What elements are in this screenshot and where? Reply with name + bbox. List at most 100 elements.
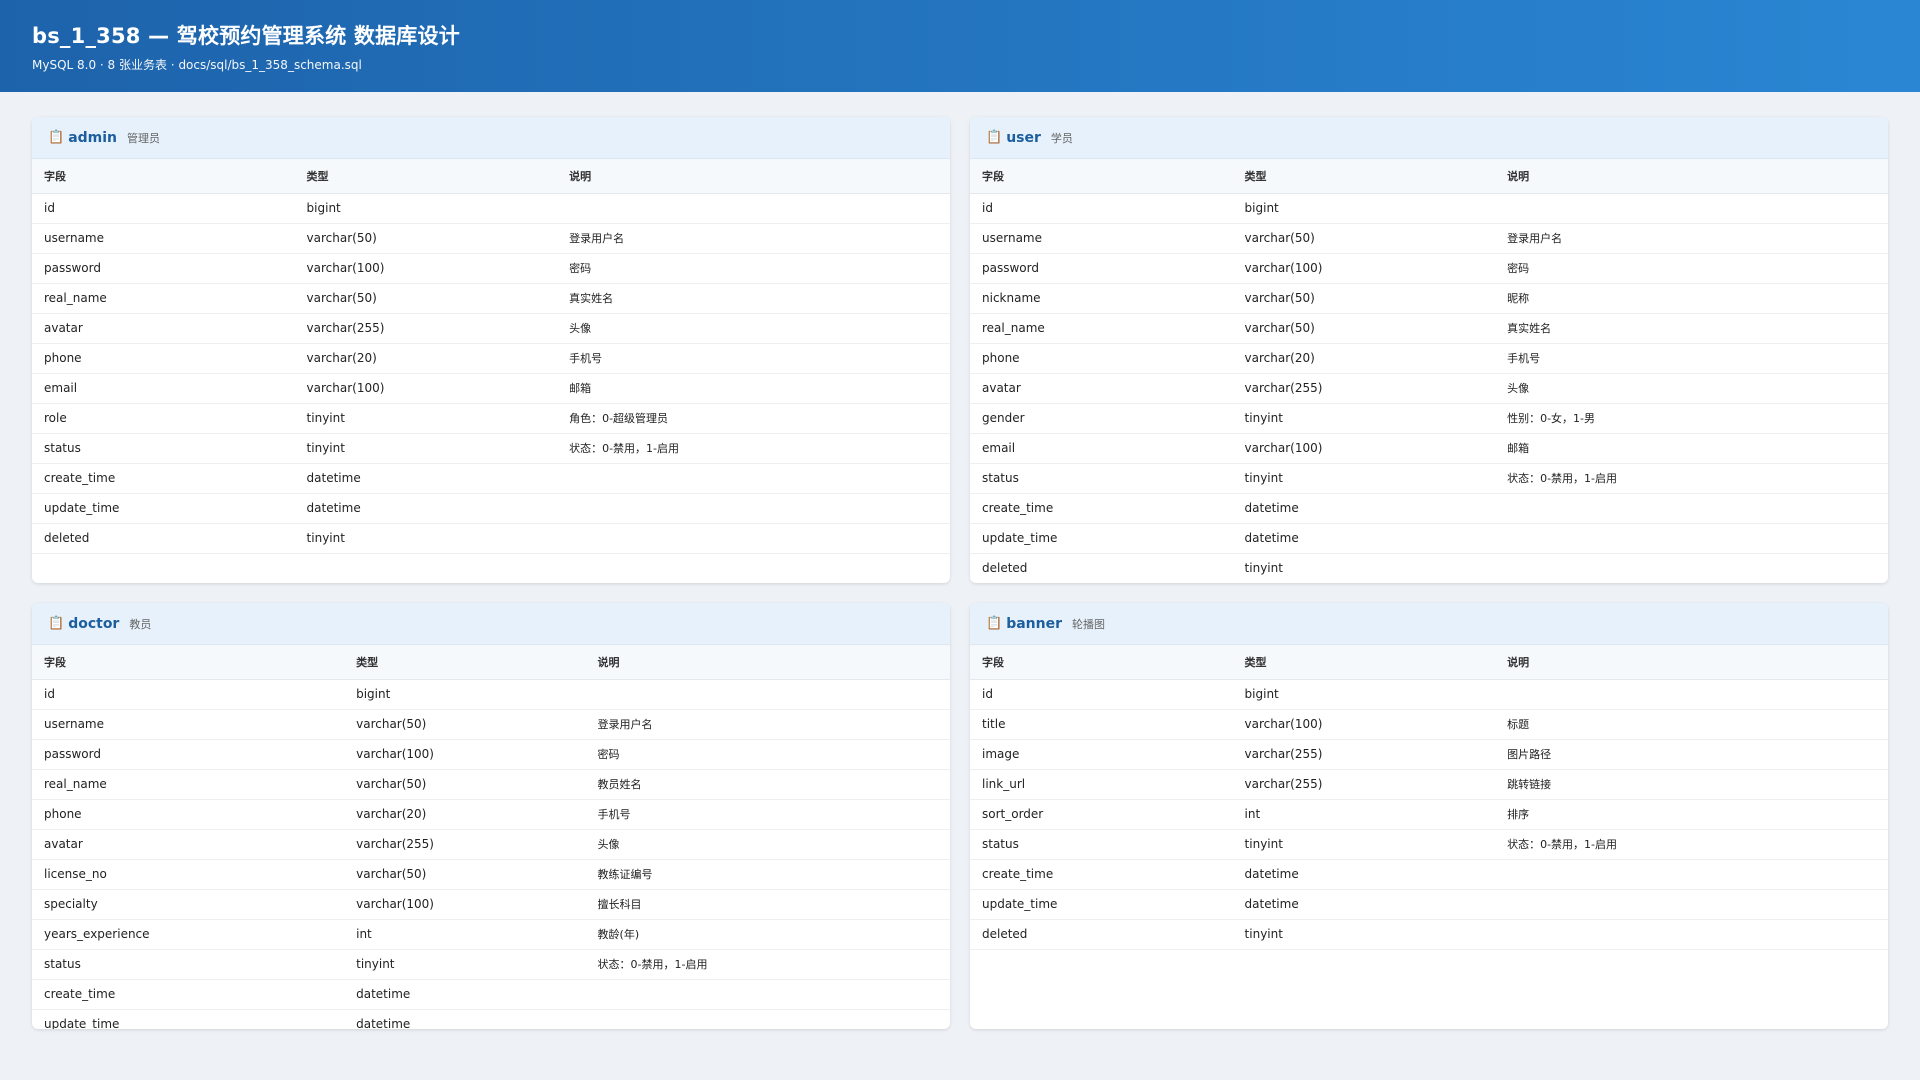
field-type: varchar(100) [1232, 253, 1496, 284]
schema-table: 字段 类型 说明 id bigint username varchar(50) 登录用户名 pa… [32, 645, 950, 1029]
field-type: varchar(20) [294, 343, 558, 374]
field-name: update_time [970, 523, 1233, 554]
field-name: email [970, 433, 1233, 464]
field-name: status [32, 433, 295, 464]
field-description: 图片路径 [1495, 739, 1888, 770]
table-row: create_time datetime [32, 979, 950, 1010]
table-row: username varchar(50) 登录用户名 [32, 709, 950, 740]
column-header: 说明 [1495, 645, 1888, 680]
column-header: 说明 [585, 645, 950, 680]
field-name: id [970, 193, 1233, 224]
field-description [557, 493, 950, 524]
clipboard-icon: 📋 [986, 616, 1003, 631]
table-row: create_time datetime [32, 463, 950, 494]
table-name: doctor [68, 615, 120, 632]
table-description: 教员 [129, 617, 152, 631]
table-row: create_time datetime [970, 493, 1888, 524]
page-header: bs_1_358 — 驾校预约管理系统 数据库设计 MySQL 8.0 · 8 … [0, 0, 1920, 92]
field-description: 状态：0-禁用，1-启用 [557, 433, 950, 464]
table-header-row: 字段 类型 说明 [32, 159, 950, 194]
field-type: varchar(50) [1232, 223, 1496, 254]
table-header-row: 字段 类型 说明 [970, 159, 1888, 194]
field-type: bigint [1232, 193, 1496, 224]
field-name: id [32, 679, 345, 710]
field-description: 状态：0-禁用，1-启用 [1495, 829, 1888, 860]
table-row: password varchar(100) 密码 [970, 253, 1888, 284]
field-type: datetime [344, 979, 586, 1010]
field-name: role [32, 403, 295, 434]
table-description: 管理员 [127, 131, 161, 145]
field-type: bigint [344, 679, 586, 710]
table-row: real_name varchar(50) 教员姓名 [32, 769, 950, 800]
table-card-user: 📋 user 学员 字段 类型 说明 id bigint username varchar(50)… [970, 117, 1888, 583]
field-description: 昵称 [1495, 283, 1888, 314]
field-name: phone [32, 799, 345, 830]
table-row: avatar varchar(255) 头像 [32, 829, 950, 860]
field-type: bigint [294, 193, 558, 224]
field-type: varchar(50) [344, 859, 586, 890]
field-description: 手机号 [1495, 343, 1888, 374]
table-row: status tinyint 状态：0-禁用，1-启用 [32, 433, 950, 464]
field-type: varchar(255) [294, 313, 558, 344]
field-name: username [32, 709, 345, 740]
field-name: phone [970, 343, 1233, 374]
field-type: varchar(50) [1232, 283, 1496, 314]
field-description [1495, 679, 1888, 710]
column-header: 字段 [970, 645, 1233, 680]
table-header-row: 字段 类型 说明 [970, 645, 1888, 680]
table-row: link_url varchar(255) 跳转链接 [970, 769, 1888, 800]
field-name: update_time [32, 1009, 345, 1029]
field-name: status [970, 463, 1233, 494]
field-name: username [970, 223, 1233, 254]
table-row: nickname varchar(50) 昵称 [970, 283, 1888, 314]
column-header: 类型 [344, 645, 586, 680]
field-description: 真实姓名 [557, 283, 950, 314]
table-name: admin [68, 129, 118, 146]
field-name: specialty [32, 889, 345, 920]
table-row: email varchar(100) 邮箱 [32, 373, 950, 404]
table-row: avatar varchar(255) 头像 [970, 373, 1888, 404]
table-row: license_no varchar(50) 教练证编号 [32, 859, 950, 890]
field-type: varchar(20) [344, 799, 586, 830]
field-description: 密码 [557, 253, 950, 284]
field-type: varchar(255) [1232, 373, 1496, 404]
field-type: tinyint [294, 433, 558, 464]
field-name: password [32, 253, 295, 284]
column-header: 类型 [1232, 159, 1496, 194]
field-name: create_time [32, 979, 345, 1010]
field-name: email [32, 373, 295, 404]
field-type: varchar(100) [294, 253, 558, 284]
field-description: 状态：0-禁用，1-启用 [1495, 463, 1888, 494]
field-description: 邮箱 [1495, 433, 1888, 464]
page-title: bs_1_358 — 驾校预约管理系统 数据库设计 [32, 24, 460, 48]
field-name: create_time [970, 859, 1233, 890]
field-type: tinyint [1232, 919, 1496, 950]
field-type: varchar(100) [344, 889, 586, 920]
field-type: varchar(50) [344, 769, 586, 800]
field-description [1495, 553, 1888, 583]
table-row: gender tinyint 性别：0-女，1-男 [970, 403, 1888, 434]
field-description [585, 979, 950, 1010]
table-row: update_time datetime [970, 889, 1888, 920]
field-name: real_name [32, 283, 295, 314]
table-row: sort_order int 排序 [970, 799, 1888, 830]
table-row: years_experience int 教龄(年) [32, 919, 950, 950]
field-type: bigint [1232, 679, 1496, 710]
field-description: 角色：0-超级管理员 [557, 403, 950, 434]
schema-table: 字段 类型 说明 id bigint username varchar(50) 登录用户名 pa… [32, 159, 950, 554]
table-row: avatar varchar(255) 头像 [32, 313, 950, 344]
table-grid: 📋 admin 管理员 字段 类型 说明 id bigint username varchar(5… [32, 117, 1888, 1029]
table-row: phone varchar(20) 手机号 [32, 343, 950, 374]
table-row: username varchar(50) 登录用户名 [32, 223, 950, 254]
clipboard-icon: 📋 [48, 130, 65, 145]
field-type: datetime [1232, 859, 1496, 890]
table-row: title varchar(100) 标题 [970, 709, 1888, 740]
field-description: 手机号 [557, 343, 950, 374]
field-name: deleted [970, 553, 1233, 583]
field-type: tinyint [1232, 463, 1496, 494]
field-description: 排序 [1495, 799, 1888, 830]
table-row: phone varchar(20) 手机号 [970, 343, 1888, 374]
table-row: real_name varchar(50) 真实姓名 [32, 283, 950, 314]
table-row: status tinyint 状态：0-禁用，1-启用 [970, 829, 1888, 860]
table-row: password varchar(100) 密码 [32, 253, 950, 284]
